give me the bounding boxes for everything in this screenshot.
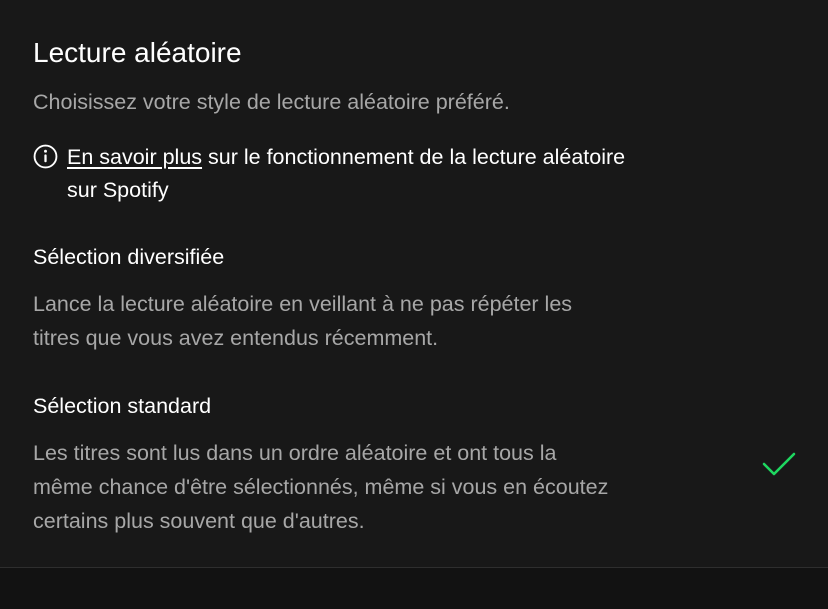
option-label: Sélection standard: [33, 394, 212, 418]
option-label: Sélection diversifiée: [33, 245, 225, 269]
learn-more-row: En savoir plus sur le fonctionnement de …: [33, 141, 773, 207]
bottom-divider: [0, 567, 828, 568]
learn-more-text-line1: sur le fonctionnement de la lecture aléa…: [202, 145, 626, 169]
shuffle-settings-panel: Lecture aléatoire Choisissez votre style…: [0, 0, 828, 568]
info-icon: [33, 144, 58, 169]
option-description-line: Lance la lecture aléatoire en veillant à…: [33, 292, 573, 316]
option-description: Lance la lecture aléatoire en veillant à…: [33, 287, 733, 355]
shuffle-option-diversified[interactable]: Sélection diversifiée Lance la lecture a…: [33, 243, 793, 355]
option-description-line: Les titres sont lus dans un ordre aléato…: [33, 441, 557, 465]
option-description: Les titres sont lus dans un ordre aléato…: [33, 436, 733, 538]
learn-more-link[interactable]: En savoir plus: [67, 145, 202, 169]
checkmark-icon: [762, 452, 796, 476]
learn-more-text: En savoir plus sur le fonctionnement de …: [67, 141, 773, 207]
learn-more-text-line2: sur Spotify: [67, 178, 169, 202]
page-title: Lecture aléatoire: [33, 37, 242, 68]
option-description-line: certains plus souvent que d'autres.: [33, 509, 365, 533]
page-subtitle: Choisissez votre style de lecture aléato…: [33, 90, 510, 114]
option-description-line: titres que vous avez entendus récemment.: [33, 326, 439, 350]
option-description-line: même chance d'être sélectionnés, même si…: [33, 475, 609, 499]
shuffle-option-standard[interactable]: Sélection standard Les titres sont lus d…: [33, 392, 793, 538]
